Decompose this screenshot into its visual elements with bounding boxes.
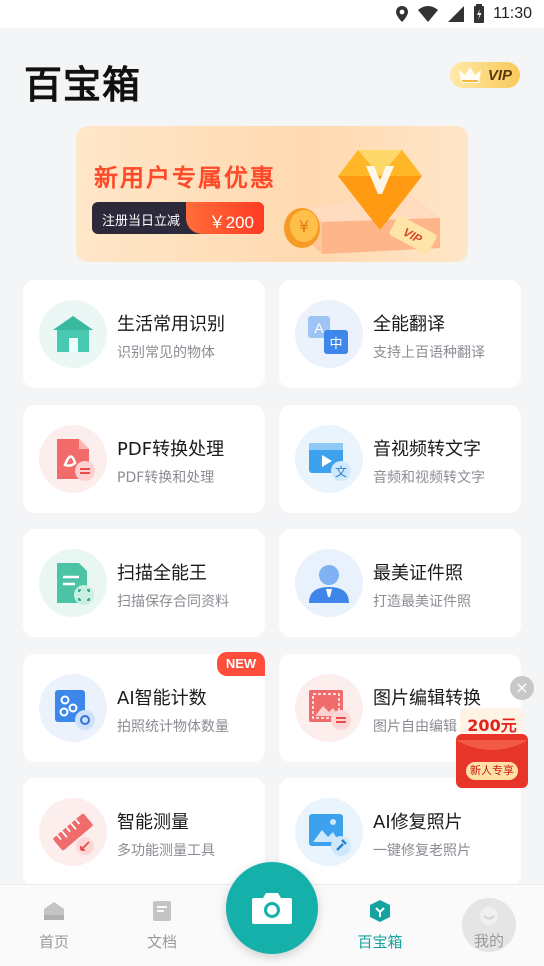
- status-time: 11:30: [493, 5, 532, 22]
- home-icon: [44, 902, 64, 920]
- tool-subtitle: 拍照统计物体数量: [117, 719, 229, 735]
- card-icon-bg: [39, 674, 107, 742]
- card-icon-bg: [39, 549, 107, 617]
- video-text-icon: 文: [309, 443, 351, 481]
- nav-home[interactable]: 首页: [14, 885, 94, 966]
- tool-card-life-recognition[interactable]: 生活常用识别 识别常见的物体: [23, 280, 265, 388]
- tool-card-av-to-text[interactable]: 文 音视频转文字 音频和视频转文字: [279, 405, 521, 513]
- card-icon-bg: [39, 425, 107, 493]
- house-icon: [53, 316, 93, 352]
- banner-title: 新用户专属优惠: [94, 164, 276, 192]
- card-icon-bg: [39, 798, 107, 866]
- promo-close-button[interactable]: ×: [510, 676, 534, 700]
- nav-label: 百宝箱: [357, 933, 403, 951]
- tool-title: 生活常用识别: [117, 314, 225, 335]
- tool-title: AI修复照片: [373, 812, 463, 833]
- tool-card-photo-repair[interactable]: AI修复照片 一键修复老照片: [279, 778, 521, 886]
- header: 百宝箱 VIP: [0, 28, 544, 120]
- card-icon-bg: [295, 798, 363, 866]
- tool-subtitle: 识别常见的物体: [117, 345, 215, 361]
- banner-pill-label: 注册当日立减: [102, 214, 181, 229]
- nav-label: 文档: [146, 933, 177, 951]
- translate-icon-b: 中: [329, 337, 342, 352]
- new-user-promo[interactable]: 200元 新人专享: [456, 708, 528, 788]
- translate-icon-a: A: [314, 320, 324, 336]
- nav-label: 首页: [38, 933, 69, 951]
- wifi-icon: [418, 6, 439, 22]
- tool-title: 音视频转文字: [373, 439, 481, 460]
- card-icon-bg: [295, 549, 363, 617]
- document-icon: [153, 901, 171, 921]
- toolbox-icon: [370, 900, 390, 922]
- tool-title: 全能翻译: [373, 314, 445, 335]
- card-icon-bg: [39, 300, 107, 368]
- tool-subtitle: 打造最美证件照: [373, 594, 471, 610]
- promo-label: 新人专享: [466, 762, 518, 780]
- signal-icon: [448, 6, 465, 22]
- tool-subtitle: 支持上百语种翻译: [373, 345, 485, 361]
- count-icon: [55, 690, 95, 730]
- id-photo-icon: [309, 565, 349, 603]
- status-icons: 11:30: [395, 4, 532, 24]
- promo-amount: 200元: [467, 716, 517, 735]
- vip-button[interactable]: VIP: [450, 62, 520, 88]
- banner-amount: ￥200: [208, 213, 254, 232]
- tool-title: AI智能计数: [117, 688, 207, 709]
- location-icon: [396, 6, 409, 22]
- nav-documents[interactable]: 文档: [122, 885, 202, 966]
- promo-banner[interactable]: 新用户专属优惠 注册当日立减 ￥200 ¥ VIP: [76, 126, 468, 262]
- tool-subtitle: 多功能测量工具: [117, 843, 215, 859]
- diamond-gift-icon: ¥ VIP: [284, 150, 440, 254]
- tool-subtitle: PDF转换和处理: [117, 470, 215, 486]
- image-edit-icon: [309, 690, 351, 730]
- tool-subtitle: 音频和视频转文字: [373, 470, 485, 486]
- battery-icon: [474, 4, 485, 23]
- nav-profile-label-wrap: 我的: [449, 884, 529, 966]
- nav-toolbox[interactable]: 百宝箱: [340, 885, 420, 966]
- translate-icon: A 中: [308, 316, 348, 354]
- tool-card-measure[interactable]: 智能测量 多功能测量工具: [23, 778, 265, 886]
- card-icon-bg: [295, 674, 363, 742]
- new-badge: NEW: [217, 652, 265, 676]
- page-title: 百宝箱: [24, 63, 142, 107]
- tool-title: 扫描全能王: [117, 563, 207, 584]
- pdf-icon: [57, 439, 95, 481]
- tool-card-id-photo[interactable]: 最美证件照 打造最美证件照: [279, 529, 521, 637]
- tool-subtitle: 图片自由编辑: [373, 719, 457, 735]
- vip-label: VIP: [487, 66, 512, 84]
- tool-title: 最美证件照: [373, 563, 463, 584]
- tool-subtitle: 扫描保存合同资料: [117, 594, 229, 610]
- card-icon-bg: 文: [295, 425, 363, 493]
- tool-card-translate[interactable]: A 中 全能翻译 支持上百语种翻译: [279, 280, 521, 388]
- card-icon-bg: A 中: [295, 300, 363, 368]
- scan-document-icon: [57, 563, 94, 605]
- status-bar: 11:30: [0, 0, 544, 28]
- tool-title: 智能测量: [117, 812, 189, 833]
- svg-text:¥: ¥: [299, 217, 309, 236]
- nav-label-profile: 我的: [473, 932, 504, 950]
- tool-title: PDF转换处理: [117, 439, 225, 460]
- photo-repair-icon: [309, 814, 351, 856]
- tool-card-scanner[interactable]: 扫描全能王 扫描保存合同资料: [23, 529, 265, 637]
- screen: 11:30 百宝箱 VIP 新用户专属优惠 注册当日立减 ￥200 ¥ VIP …: [0, 0, 544, 966]
- crown-icon: [459, 67, 481, 83]
- banner-pill: 注册当日立减 ￥200: [92, 202, 264, 234]
- tool-subtitle: 一键修复老照片: [373, 843, 471, 859]
- tool-card-ai-count[interactable]: NEW AI智能计数 拍照统计物体数量: [23, 652, 265, 762]
- video-text-icon-char: 文: [335, 464, 347, 479]
- camera-button[interactable]: [226, 862, 318, 954]
- tool-card-pdf[interactable]: PDF转换处理 PDF转换和处理: [23, 405, 265, 513]
- ruler-icon: [53, 813, 94, 855]
- camera-icon: [252, 893, 292, 924]
- tool-title: 图片编辑转换: [373, 688, 481, 709]
